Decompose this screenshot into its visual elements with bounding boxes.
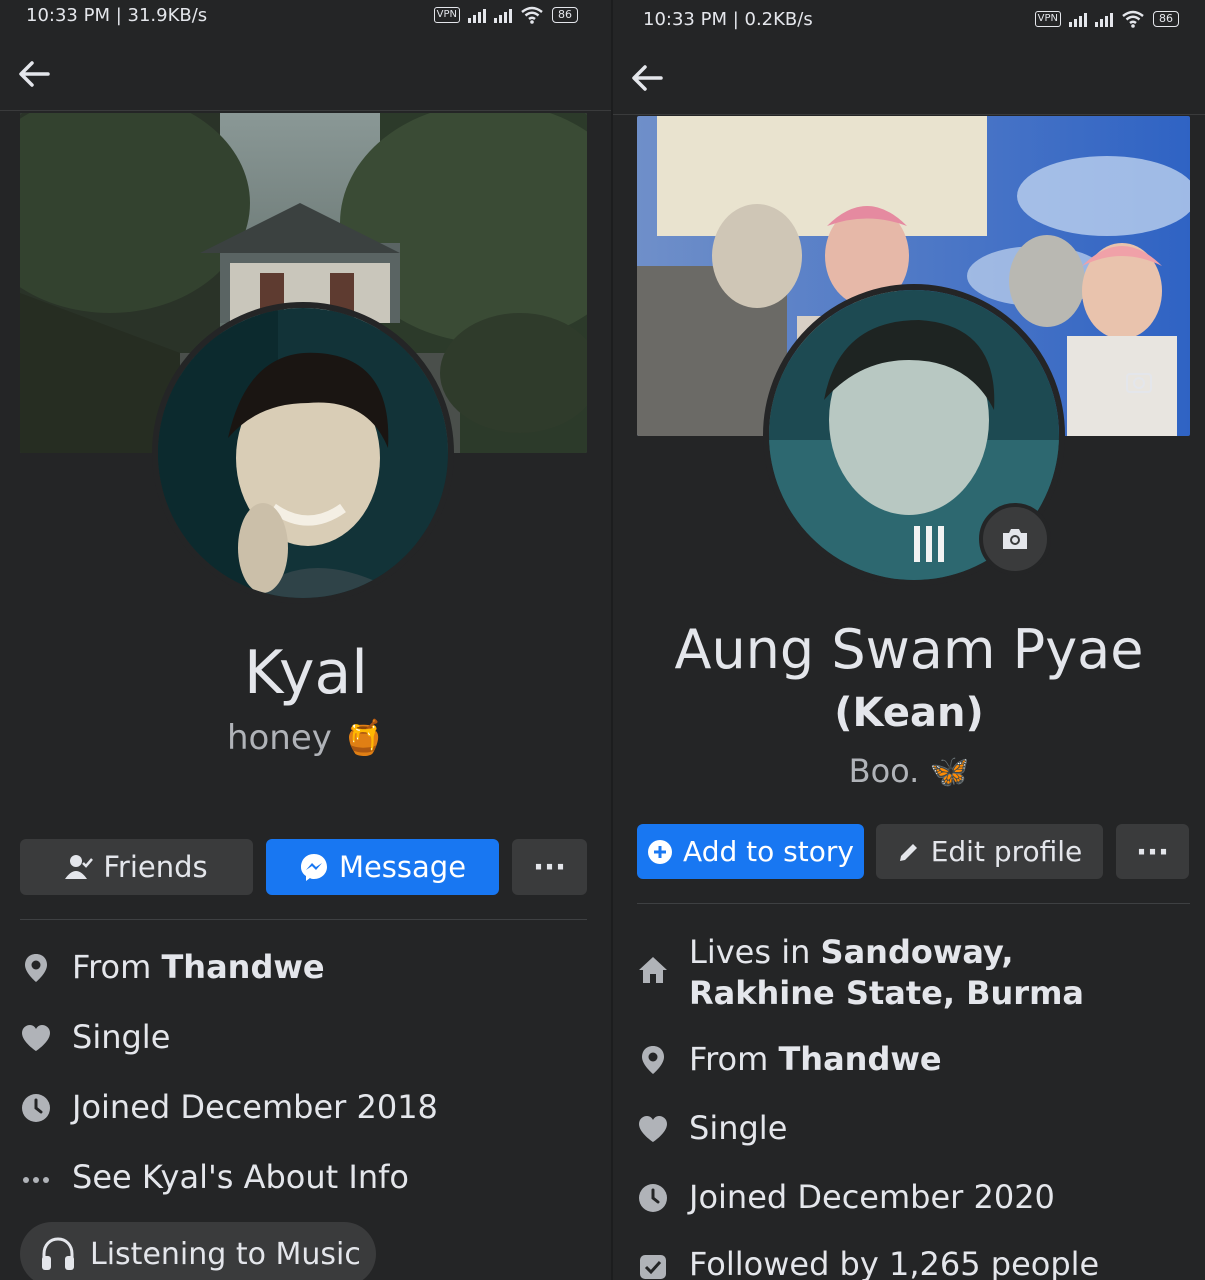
profile-picture[interactable] <box>152 302 454 604</box>
clock-icon <box>639 1184 667 1212</box>
status-icons: VPN 86 <box>1034 10 1179 28</box>
status-time: 10:33 PM | 0.2KB/s <box>643 9 813 30</box>
profile-bio: honey 🍯 <box>226 718 386 758</box>
lives-in-text: Lives in Sandoway, Rakhine State, Burma <box>689 932 1157 1014</box>
status-bar: 10:33 PM | 0.2KB/s VPN 86 <box>613 0 1205 34</box>
info-joined: Joined December 2018 <box>20 1088 438 1126</box>
from-prefix: From <box>72 948 162 986</box>
profile-nickname: (Kean) <box>834 690 984 736</box>
info-joined: Joined December 2020 <box>637 1178 1055 1216</box>
section-divider <box>20 919 587 920</box>
more-options-button[interactable]: ··· <box>1116 824 1189 879</box>
home-icon <box>639 957 667 983</box>
about-label: See Kyal's About Info <box>72 1158 409 1196</box>
activity-label: Listening to Music <box>90 1236 361 1272</box>
wifi-icon <box>521 6 543 24</box>
back-arrow-icon[interactable] <box>14 54 54 94</box>
info-relationship: Single <box>20 1018 170 1056</box>
camera-icon <box>1003 529 1027 549</box>
headphones-icon <box>42 1237 74 1270</box>
from-prefix: From <box>689 1040 779 1078</box>
pencil-icon <box>899 843 917 861</box>
friend-check-icon <box>65 855 94 879</box>
status-bar: 10:33 PM | 31.9KB/s VPN 86 <box>0 0 612 34</box>
info-from: From Thandwe <box>20 948 325 986</box>
relationship-value: Single <box>72 1018 171 1056</box>
battery-icon: 86 <box>1153 11 1179 27</box>
edit-profile-label: Edit profile <box>930 835 1083 868</box>
battery-icon: 86 <box>552 7 578 23</box>
top-bar <box>0 40 612 111</box>
profile-screen-aung-swam-pyae: 10:33 PM | 0.2KB/s VPN 86 Aung Swam Pyae… <box>613 0 1205 1280</box>
more-dots-icon: ··· <box>532 850 567 884</box>
friends-button[interactable]: Friends <box>20 839 253 895</box>
vpn-icon: VPN <box>1034 11 1061 27</box>
from-value[interactable]: Thandwe <box>161 948 324 986</box>
location-pin-icon <box>25 954 47 982</box>
more-options-button[interactable]: ··· <box>512 839 587 895</box>
more-dots-icon: ··· <box>1135 834 1170 869</box>
friends-label: Friends <box>103 850 208 884</box>
top-bar <box>613 44 1205 115</box>
joined-value: Joined December 2020 <box>689 1178 1055 1216</box>
info-from: From Thandwe <box>637 1040 942 1078</box>
wifi-icon <box>1122 10 1144 28</box>
add-to-story-label: Add to story <box>683 835 854 868</box>
heart-icon <box>22 1025 50 1051</box>
message-label: Message <box>338 850 467 884</box>
signal-icon <box>494 7 512 23</box>
edit-profile-button[interactable]: Edit profile <box>876 824 1103 879</box>
add-to-story-button[interactable]: Add to story <box>637 824 864 879</box>
status-time: 10:33 PM | 31.9KB/s <box>26 5 208 26</box>
message-button[interactable]: Message <box>266 839 499 895</box>
followers-value: Followed by 1,265 people <box>689 1245 1100 1280</box>
messenger-icon <box>300 854 327 881</box>
clock-icon <box>22 1094 50 1122</box>
lives-prefix: Lives in <box>689 933 821 971</box>
activity-pill[interactable]: Listening to Music <box>20 1222 376 1280</box>
status-icons: VPN 86 <box>433 6 578 24</box>
relationship-value: Single <box>689 1109 788 1147</box>
avatar-image <box>158 308 448 598</box>
section-divider <box>637 903 1190 904</box>
signal-icon <box>1095 11 1113 27</box>
location-pin-icon <box>642 1046 664 1074</box>
more-dots-icon <box>23 1177 49 1183</box>
profile-screen-kyal: 10:33 PM | 31.9KB/s VPN 86 Kyal honey 🍯 … <box>0 0 612 1280</box>
signal-icon <box>1069 11 1087 27</box>
info-followers[interactable]: Followed by 1,265 people <box>637 1245 1099 1280</box>
heart-icon <box>639 1116 667 1142</box>
vpn-icon: VPN <box>433 7 460 23</box>
info-relationship: Single <box>637 1109 787 1147</box>
info-about-link[interactable]: See Kyal's About Info <box>20 1158 409 1196</box>
change-profile-picture-button[interactable] <box>979 503 1051 575</box>
profile-name: Aung Swam Pyae <box>674 618 1144 681</box>
info-lives-in: Lives in Sandoway, Rakhine State, Burma <box>637 932 1157 1014</box>
profile-name: Kyal <box>244 638 368 708</box>
from-value[interactable]: Thandwe <box>778 1040 941 1078</box>
plus-circle-icon <box>648 839 673 864</box>
joined-value: Joined December 2018 <box>72 1088 438 1126</box>
signal-icon <box>468 7 486 23</box>
rss-icon <box>640 1255 666 1279</box>
back-arrow-icon[interactable] <box>627 58 667 98</box>
profile-bio: Boo. 🦋 <box>848 752 970 790</box>
